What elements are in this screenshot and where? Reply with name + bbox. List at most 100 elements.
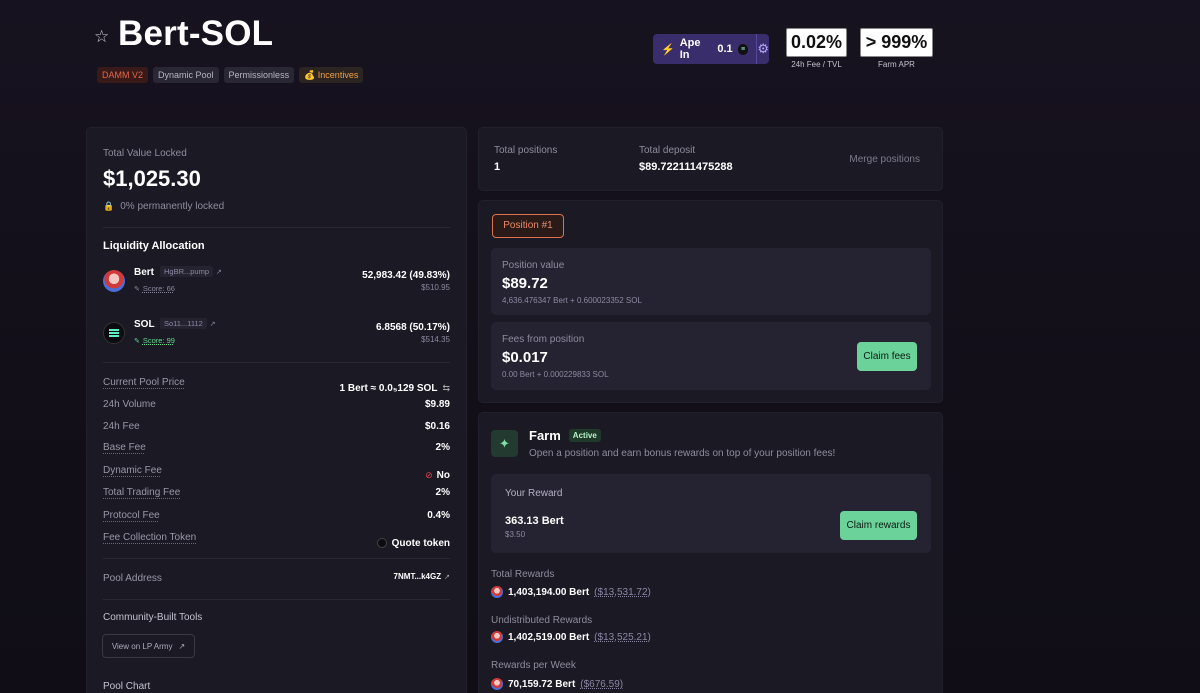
fees-panel: Fees from position $0.017 0.00 Bert + 0.…	[491, 322, 931, 390]
stat-value: 2%	[435, 442, 450, 454]
pool-chart-title: Pool Chart	[103, 681, 151, 692]
sol-coin-icon: ≡	[737, 43, 749, 55]
ape-in-amount: 0.1	[717, 43, 733, 55]
total-deposit-label: Total deposit	[639, 145, 696, 156]
stat-row-dynamic-fee: Dynamic Fee ⊘ No	[103, 465, 450, 487]
external-link-icon: ↗	[444, 573, 450, 581]
per-week-label: Rewards per Week	[491, 660, 576, 671]
claim-rewards-button[interactable]: Claim rewards	[840, 511, 917, 540]
stat-label: 24h Volume	[103, 399, 156, 411]
bert-token-icon	[491, 586, 503, 598]
favorite-star-icon[interactable]: ☆	[94, 27, 109, 47]
position-value-panel: Position value $89.72 4,636.476347 Bert …	[491, 248, 931, 315]
sprout-icon: ✦	[491, 430, 518, 457]
tvl-label: Total Value Locked	[103, 148, 187, 159]
farm-card: ✦ Farm Active Open a position and earn b…	[478, 412, 943, 693]
bert-token-avatar	[103, 270, 125, 292]
undistributed-usd: ($13,525.21)	[594, 631, 651, 643]
position-value-detail: 4,636.476347 Bert + 0.600023352 SOL	[502, 296, 642, 305]
swap-arrows-icon[interactable]: ⇆	[442, 383, 450, 394]
position-badge[interactable]: Position #1	[492, 214, 564, 238]
total-deposit-value: $89.722111475288	[639, 161, 733, 173]
stat-label[interactable]: Total Trading Fee	[103, 487, 180, 509]
stat-label[interactable]: Fee Collection Token	[103, 532, 196, 554]
stat-value: 1 Bert ≈ 0.0₅129 SOL	[339, 382, 438, 394]
positions-summary-card: Total positions 1 Total deposit $89.7221…	[478, 127, 943, 191]
stat-value: 0.4%	[427, 509, 450, 521]
gear-icon[interactable]: ⚙	[757, 41, 769, 57]
lp-army-label: View on LP Army	[111, 641, 173, 651]
external-link-icon: ↗	[216, 268, 222, 276]
sol-score[interactable]: Score: 99	[143, 336, 175, 345]
incentives-icon: 💰	[304, 70, 318, 80]
stat-row-fee-collection-token: Fee Collection Token Quote token	[103, 532, 450, 554]
fees-value: $0.017	[502, 349, 548, 366]
your-reward-usd: $3.50	[505, 530, 526, 539]
position-value-label: Position value	[502, 260, 565, 271]
pool-address-link[interactable]: 7NMT...k4GZ ↗	[394, 572, 450, 581]
bert-score[interactable]: Score: 66	[143, 284, 175, 293]
farm-apr-caption: Farm APR	[878, 60, 915, 69]
farm-title: Farm	[529, 428, 561, 443]
pool-address-label: Pool Address	[103, 573, 162, 584]
your-reward-label: Your Reward	[505, 488, 563, 499]
undistributed-label: Undistributed Rewards	[491, 615, 593, 626]
undistributed-line: 1,402,519.00 Bert ($13,525.21)	[491, 631, 651, 643]
sol-token-avatar	[103, 322, 125, 344]
stat-row-current-price: Current Pool Price 1 Bert ≈ 0.0₅129 SOL …	[103, 377, 450, 399]
stat-row-protocol-fee: Protocol Fee 0.4%	[103, 510, 450, 532]
stat-label[interactable]: Dynamic Fee	[103, 465, 162, 487]
bert-amount: 52,983.42 (49.83%)	[362, 270, 450, 281]
sol-address: So11...1112	[160, 318, 207, 329]
position-value: $89.72	[502, 275, 548, 292]
stat-label[interactable]: Current Pool Price	[103, 377, 185, 399]
stat-label[interactable]: Base Fee	[103, 442, 146, 464]
community-tools-title: Community-Built Tools	[103, 612, 203, 623]
stat-value: No	[436, 470, 450, 482]
stat-row-24h-fee: 24h Fee $0.16	[103, 421, 450, 443]
fee-tvl-value: 0.02%	[786, 28, 847, 57]
farm-status-badge: Active	[568, 429, 601, 442]
tag-incentives: 💰 Incentives	[299, 67, 364, 83]
lightning-icon: ⚡	[661, 43, 675, 56]
total-rewards-amount: 1,403,194.00 Bert	[508, 586, 590, 598]
bert-address: HgBR...pump	[160, 266, 214, 277]
ape-in-control: ⚡ Ape In 0.1 ≡ ⚙	[653, 34, 769, 64]
divider	[103, 227, 450, 228]
external-link-icon: ↗	[178, 641, 186, 651]
locked-text: 0% permanently locked	[120, 201, 225, 212]
stat-value: Quote token	[391, 537, 450, 549]
pool-stats: Current Pool Price 1 Bert ≈ 0.0₅129 SOL …	[103, 377, 450, 554]
external-link-icon: ↗	[209, 320, 216, 328]
page-title: Bert-SOL	[118, 14, 274, 53]
stat-row-24h-volume: 24h Volume $9.89	[103, 399, 450, 421]
ape-in-button[interactable]: ⚡ Ape In 0.1 ≡	[653, 34, 758, 64]
lp-army-button[interactable]: View on LP Army ↗	[102, 634, 195, 658]
stat-value: $9.89	[424, 399, 450, 411]
lock-icon: 🔒	[103, 201, 115, 211]
sol-address-link[interactable]: So11...1112 ↗	[160, 318, 216, 329]
bert-usd: $510.95	[421, 283, 450, 292]
total-rewards-label: Total Rewards	[491, 569, 555, 580]
stat-row-total-trading-fee: Total Trading Fee 2%	[103, 487, 450, 509]
allocation-title: Liquidity Allocation	[103, 240, 205, 252]
sol-amount: 6.8568 (50.17%)	[376, 322, 450, 333]
tag-dynamic-pool: Dynamic Pool	[153, 67, 219, 83]
sol-coin-icon	[376, 538, 387, 549]
stat-value: 2%	[435, 487, 450, 499]
total-rewards-usd: ($13,531.72)	[594, 586, 651, 598]
bert-address-link[interactable]: HgBR...pump ↗	[160, 266, 222, 277]
farm-apr-value: > 999%	[860, 28, 933, 57]
your-reward-panel: Your Reward 363.13 Bert $3.50 Claim rewa…	[491, 474, 931, 553]
divider	[103, 362, 450, 363]
fees-detail: 0.00 Bert + 0.000229833 SOL	[502, 370, 609, 379]
token-symbol-sol: SOL	[134, 319, 155, 330]
merge-positions-button[interactable]: Merge positions	[849, 154, 920, 165]
divider	[103, 599, 450, 600]
stat-label[interactable]: Protocol Fee	[103, 510, 160, 532]
claim-fees-button[interactable]: Claim fees	[857, 342, 917, 371]
fee-tvl-caption: 24h Fee / TVL	[791, 60, 842, 69]
score-icon: ✎	[134, 337, 140, 345]
your-reward-value: 363.13 Bert	[505, 515, 564, 527]
per-week-amount: 70,159.72 Bert	[508, 678, 576, 690]
